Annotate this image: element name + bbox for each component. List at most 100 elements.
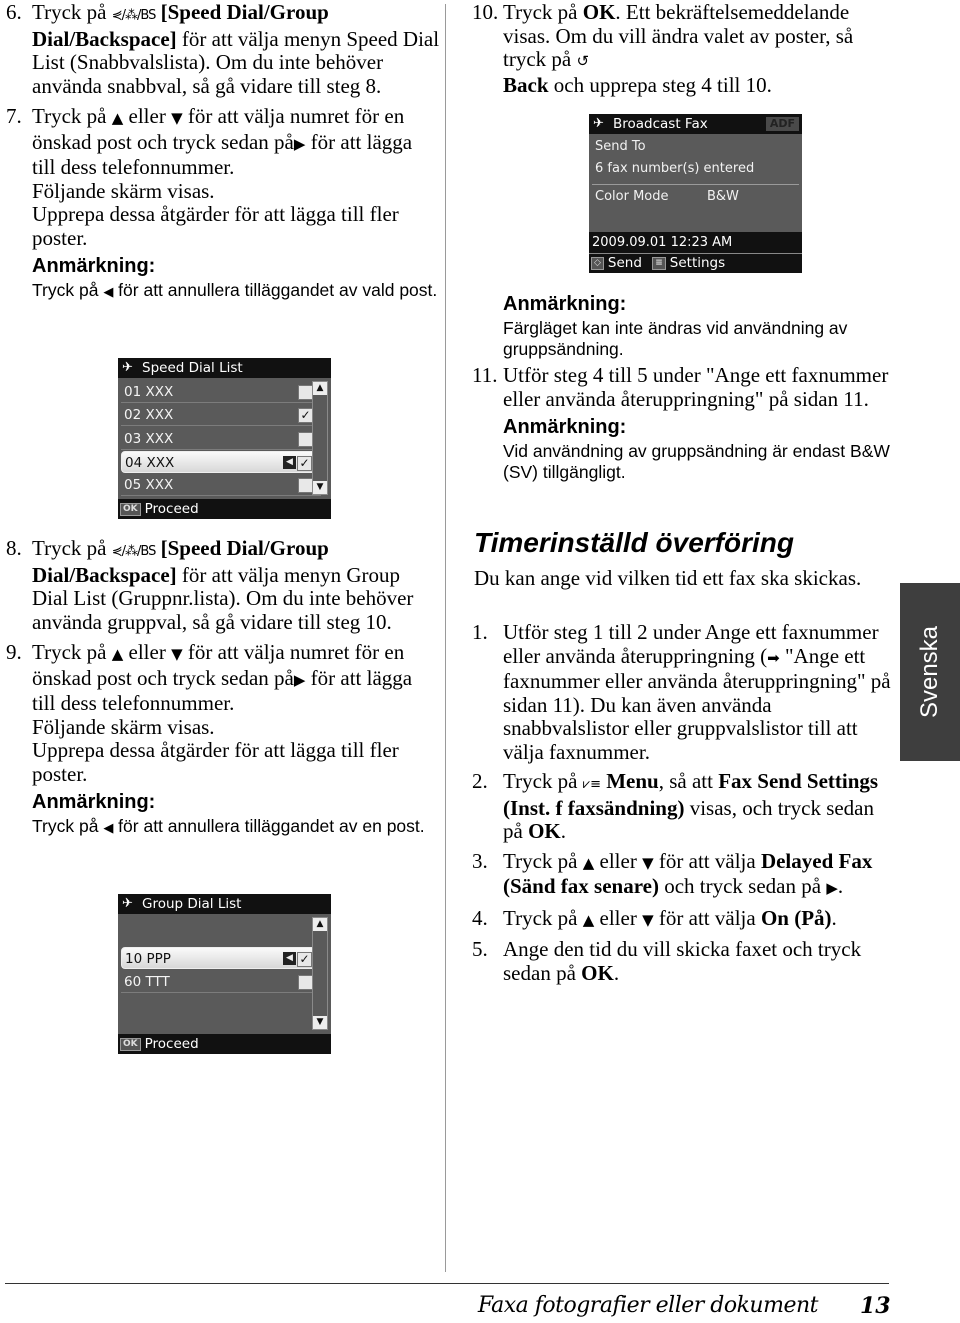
step-text: eller <box>123 640 172 664</box>
list-item[interactable]: 04 XXX ◀ ✓ <box>121 450 321 473</box>
proceed-label: Proceed <box>144 501 199 517</box>
down-arrow-icon: ▼ <box>171 645 183 663</box>
color-mode-value[interactable]: B&W <box>707 186 739 208</box>
step-text: för att välja <box>653 905 761 930</box>
step-number: 1. <box>472 620 488 644</box>
note-text: Tryck på <box>32 280 104 300</box>
menu-icon: ⩗≡ <box>582 777 601 792</box>
proceed-label: Proceed <box>144 1036 199 1052</box>
screen-title: Speed Dial List <box>142 360 243 376</box>
step-number: 4. <box>472 905 488 930</box>
scroll-up-icon[interactable]: ▲ <box>313 918 327 931</box>
step-text: Följande skärm visas. <box>32 178 215 203</box>
list-item[interactable]: 01 XXX <box>121 381 321 403</box>
checkbox-checked[interactable]: ✓ <box>297 455 312 471</box>
checkbox-unchecked[interactable] <box>298 478 313 494</box>
broadcast-fax-screen: ✈ Broadcast Fax ADF Send To 6 fax number… <box>589 114 802 273</box>
checkbox-unchecked[interactable] <box>298 974 313 990</box>
column-divider <box>445 4 446 1272</box>
step-7: 7. Tryck på ▲ eller ▼ för att välja numr… <box>0 104 440 250</box>
screen-title: Broadcast Fax <box>613 116 708 132</box>
list-item-label: 04 XXX <box>125 454 175 471</box>
step-text: Upprepa dessa åtgärder för att lägga til… <box>32 738 399 786</box>
step-6: 6. Tryck på ⋞/⁂/BS [Speed Dial/Group Dia… <box>0 0 440 98</box>
list-item-label: 05 XXX <box>124 477 174 494</box>
list-item[interactable]: 02 XXX ✓ <box>121 404 321 427</box>
step-text: , så att <box>658 769 719 793</box>
language-side-tab: Svenska <box>900 583 960 761</box>
timer-step-1: 1. Utför steg 1 till 2 under Ange ett fa… <box>472 620 892 764</box>
step-text: eller <box>594 905 643 930</box>
step-text: eller <box>594 848 643 873</box>
step-text: Tryck på <box>503 769 583 793</box>
list-item[interactable]: 03 XXX <box>121 428 321 450</box>
send-to-label: Send To <box>595 139 646 154</box>
up-arrow-icon: ▲ <box>111 109 124 127</box>
right-arrow-icon: ▶ <box>826 879 838 897</box>
scroll-down-icon[interactable]: ▼ <box>313 1016 327 1029</box>
cross-reference-arrow-icon: ➡ <box>767 648 780 667</box>
step-number: 10. <box>472 0 499 24</box>
up-arrow-icon: ▲ <box>582 910 595 929</box>
send-label: Send <box>607 255 642 271</box>
checkbox-unchecked[interactable] <box>298 385 313 400</box>
speed-dial-list-screen: ✈ Speed Dial List 01 XXX 02 XXX ✓ 03 XXX 04 … <box>118 358 331 519</box>
list-item[interactable]: 10 PPP ◀ ✓ <box>121 947 321 969</box>
list-item-label: 02 XXX <box>124 407 174 424</box>
separator <box>592 184 799 185</box>
screen-title: Group Dial List <box>142 896 242 912</box>
step-text: . <box>831 905 837 930</box>
scrollbar[interactable]: ▲ ▼ <box>312 381 328 495</box>
speed-dial-group-dial-backspace-icon: ⋞/⁂/BS <box>111 8 157 23</box>
step-number: 6. <box>6 0 22 24</box>
screen-title-bar: ✈ Speed Dial List <box>118 358 331 378</box>
step-text: och upprepa steg 4 till 10. <box>548 72 772 97</box>
ok-button-name: OK <box>581 960 614 985</box>
back-button-name: Back <box>503 72 549 97</box>
left-arrow-icon: ◀ <box>103 285 114 300</box>
screen-footer: OK Proceed <box>118 1034 331 1054</box>
step-number: 11. <box>472 363 498 387</box>
send-to-value[interactable]: 6 fax number(s) entered <box>595 158 754 180</box>
timer-step-5: 5. Ange den tid du vill skicka faxet och… <box>472 937 892 985</box>
ok-key-icon: OK <box>120 503 141 516</box>
ok-button-name: OK <box>582 0 616 24</box>
scroll-down-icon[interactable]: ▼ <box>313 481 327 494</box>
footer-rule <box>5 1283 889 1284</box>
scroll-up-icon[interactable]: ▲ <box>313 382 327 395</box>
note-text: för att annullera tilläggandet av vald p… <box>113 280 438 300</box>
step-text: Utför steg 4 till 5 under "Ange ett faxn… <box>503 363 889 411</box>
language-label: Svenska <box>916 625 943 719</box>
adf-badge: ADF <box>765 117 799 131</box>
timer-step-3: 3. Tryck på ▲ eller ▼ för att välja Dela… <box>472 848 892 901</box>
step-11: 11. Utför steg 4 till 5 under "Ange ett … <box>472 363 892 411</box>
scrollbar[interactable]: ▲ ▼ <box>312 917 328 1030</box>
step-number: 7. <box>6 104 22 128</box>
note-title: Anmärkning: <box>503 416 627 438</box>
list-item[interactable]: 60 TTT <box>121 971 321 993</box>
up-arrow-icon: ▲ <box>111 645 124 663</box>
note-body: Vid användning av gruppsändning är endas… <box>503 441 890 482</box>
down-arrow-icon: ▼ <box>642 910 654 929</box>
step-text: Tryck på <box>32 104 112 128</box>
note-title: Anmärkning: <box>32 255 156 277</box>
speed-dial-group-dial-backspace-icon: ⋞/⁂/BS <box>111 544 157 559</box>
back-icon: ↺ <box>576 52 590 70</box>
checkbox-checked[interactable]: ✓ <box>297 952 312 967</box>
step-10: 10. Tryck på OK. Ett bekräftelsemeddelan… <box>472 0 892 97</box>
list-item[interactable]: 05 XXX <box>121 474 321 497</box>
checkbox-unchecked[interactable] <box>298 431 313 447</box>
list-item-label: 01 XXX <box>124 384 174 400</box>
step-text: Tryck på <box>503 0 583 24</box>
step-text: Tryck på <box>32 640 112 664</box>
footer-chapter-title: Faxa fotografier eller dokument <box>477 1293 819 1318</box>
down-arrow-icon: ▼ <box>171 109 183 127</box>
timer-step-2: 2. Tryck på ⩗≡ Menu, så att Fax Send Set… <box>472 769 892 844</box>
checkbox-checked[interactable]: ✓ <box>298 408 313 424</box>
right-arrow-icon: ▶ <box>293 670 306 689</box>
screen-title-bar: ✈ Broadcast Fax ADF <box>589 114 802 134</box>
step-text: Ange den tid du vill skicka faxet och tr… <box>503 937 862 985</box>
fax-icon: ✈ <box>122 360 133 375</box>
settings-label: Settings <box>669 255 726 271</box>
note-text: för att annullera tilläggandet av en pos… <box>113 816 425 836</box>
